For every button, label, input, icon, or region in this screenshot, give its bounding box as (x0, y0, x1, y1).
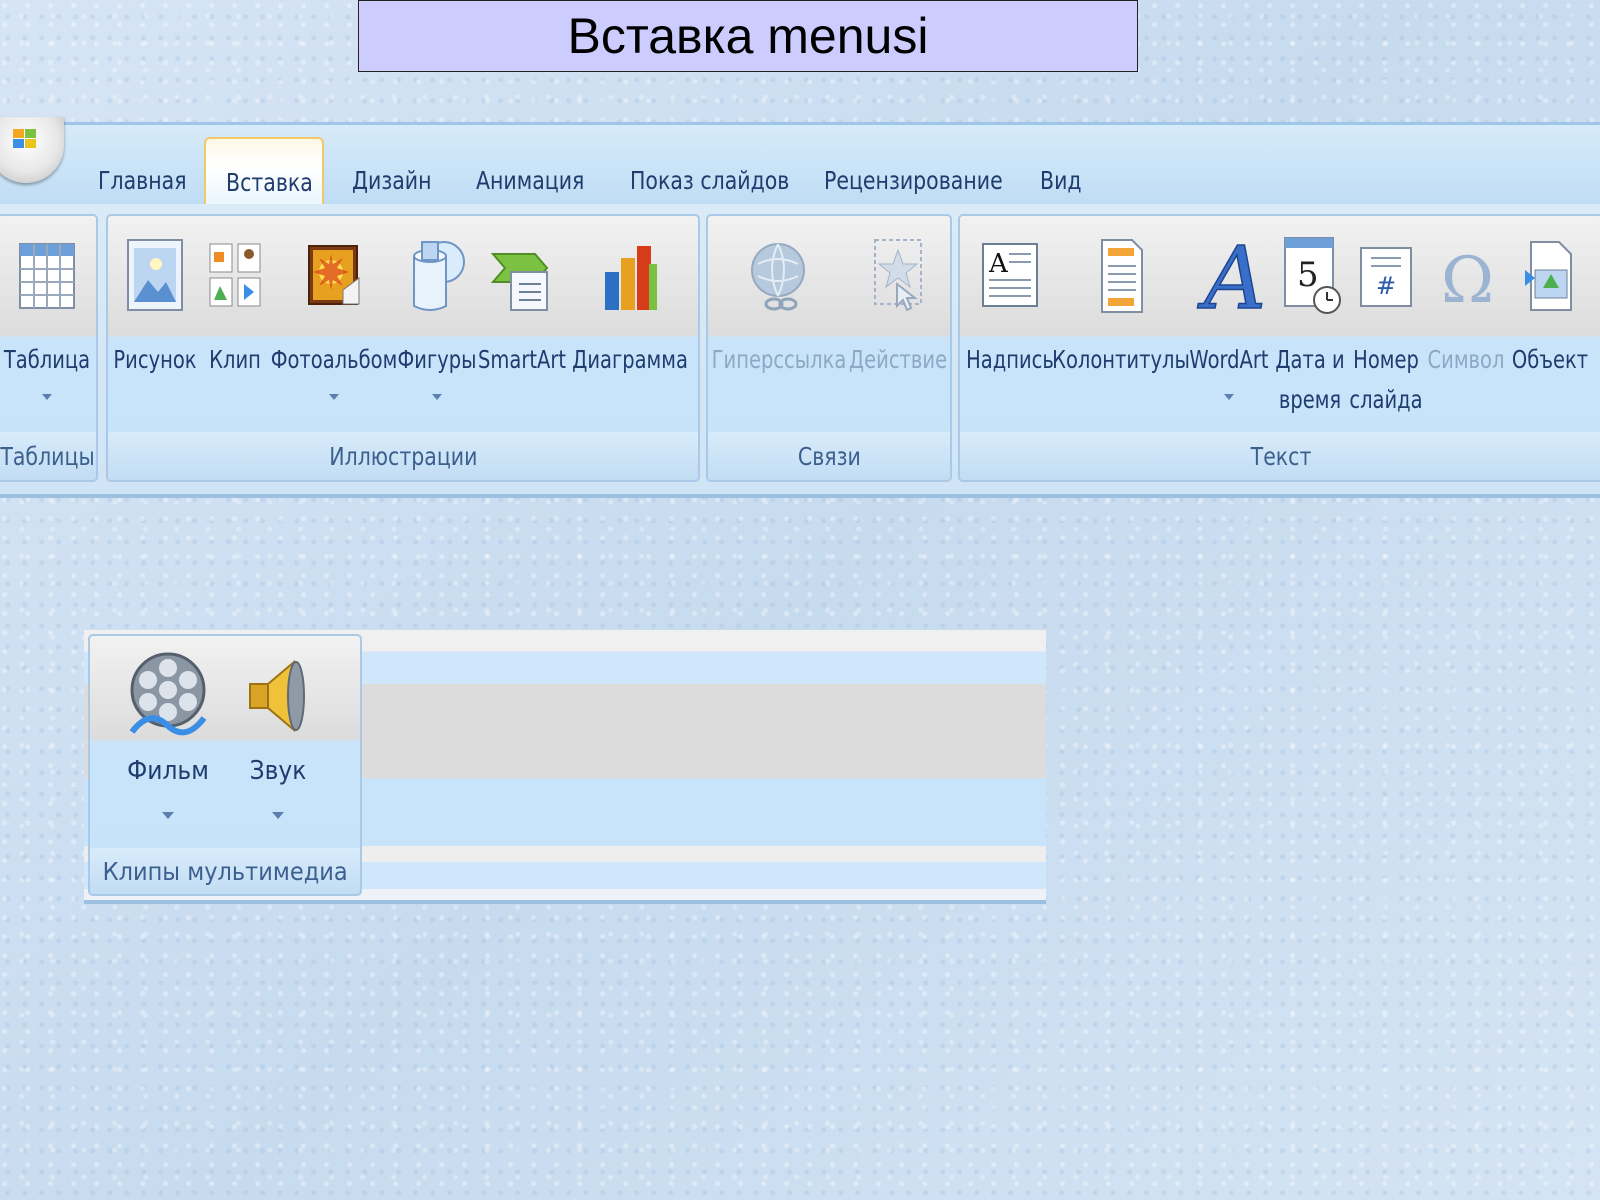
object-icon (1525, 241, 1572, 311)
action-button-label: Действие (848, 345, 948, 374)
table-icon (19, 243, 75, 309)
symbol-button-label: Символ (1427, 345, 1505, 374)
sound-button-label: Звук (249, 756, 307, 786)
textbox-button-label: Надпись (966, 345, 1054, 374)
textbox-button[interactable]: A Надпись (964, 216, 1056, 426)
tab-design[interactable]: Дизайн (352, 155, 432, 205)
slide-number-button[interactable]: # Номер слайда (1348, 216, 1424, 426)
film-button-label: Фильм (127, 756, 209, 786)
date-time-icon: 5 (1284, 237, 1341, 314)
shapes-icon (413, 241, 465, 311)
film-reel-icon (129, 652, 207, 736)
textbox-icon: A (982, 243, 1038, 307)
smartart-button[interactable]: SmartArt (476, 216, 568, 426)
chevron-down-icon (432, 394, 442, 400)
tab-insert[interactable]: Вставка (204, 137, 324, 209)
hyperlink-button-label: Гиперссылка (711, 345, 847, 374)
svg-text:Ω: Ω (1441, 244, 1494, 316)
clipart-icon (209, 243, 261, 307)
svg-text:A: A (1197, 234, 1264, 316)
svg-text:A: A (988, 249, 1009, 279)
object-button[interactable]: Объект (1508, 216, 1592, 426)
hyperlink-button[interactable]: Гиперссылка (712, 216, 846, 426)
chevron-down-icon (272, 812, 284, 819)
group-illustrations-label: Иллюстрации (108, 432, 698, 480)
wordart-button[interactable]: A WordArt (1186, 216, 1272, 426)
group-text-label: Текст (960, 432, 1600, 480)
chevron-down-icon (162, 812, 174, 819)
header-footer-button[interactable]: Колонтитулы (1052, 216, 1190, 426)
chevron-down-icon (329, 394, 339, 400)
header-footer-icon (1101, 239, 1143, 313)
wordart-button-label: WordArt (1189, 345, 1269, 374)
shapes-button[interactable]: Фигуры (397, 216, 477, 426)
tab-view[interactable]: Вид (1040, 155, 1082, 205)
picture-button[interactable]: Рисунок (110, 216, 200, 426)
action-button[interactable]: Действие (846, 216, 950, 426)
table-button-label: Таблица (3, 345, 91, 374)
slide-title-text: Вставка menusi (567, 8, 929, 64)
tab-slideshow[interactable]: Показ слайдов (630, 155, 789, 205)
photo-album-button[interactable]: Фотоальбом (270, 216, 398, 426)
group-links-label: Связи (708, 432, 950, 480)
chart-button-label: Диаграмма (572, 345, 688, 374)
slide-number-button-label: Номер слайда (1349, 345, 1423, 414)
svg-text:5: 5 (1297, 255, 1319, 295)
chevron-down-icon (42, 394, 52, 400)
office-button[interactable] (0, 117, 64, 183)
picture-button-label: Рисунок (113, 345, 197, 374)
hyperlink-icon (751, 243, 805, 311)
media-ribbon: Фильм Звук Клипы мультимедиа (84, 630, 1046, 904)
symbol-button[interactable]: Ω Символ (1424, 216, 1508, 426)
speaker-icon (249, 659, 305, 733)
photo-album-button-label: Фотоальбом (270, 345, 398, 374)
sound-button[interactable]: Звук (228, 636, 328, 846)
office-logo-icon (13, 129, 36, 148)
wordart-icon: A (1196, 234, 1264, 316)
chevron-down-icon (1224, 394, 1234, 400)
group-text: A Надпись Колонтитулы A WordArt 5 Дата и… (958, 214, 1600, 482)
clipart-button[interactable]: Клип (200, 216, 270, 426)
group-illustrations: Рисунок Клип Фотоальбом Фигуры SmartArt … (106, 214, 700, 482)
smartart-button-label: SmartArt (478, 345, 566, 374)
tab-review[interactable]: Рецензирование (824, 155, 1003, 205)
smartart-icon (490, 253, 549, 311)
symbol-icon: Ω (1441, 244, 1494, 316)
action-icon (874, 239, 922, 312)
tab-animation[interactable]: Анимация (476, 155, 584, 205)
group-links: Гиперссылка Действие Связи (706, 214, 952, 482)
date-time-button[interactable]: 5 Дата и время (1272, 216, 1348, 426)
photo-album-icon (308, 245, 360, 305)
date-time-button-label: Дата и время (1275, 345, 1345, 414)
tab-insert-label: Вставка (226, 167, 313, 197)
group-tables: Таблица Таблицы (0, 214, 98, 482)
group-media-clips-label: Клипы мультимедиа (90, 848, 360, 894)
slide-number-icon: # (1360, 247, 1412, 307)
film-button[interactable]: Фильм (108, 636, 228, 846)
slide-title: Вставка menusi (358, 0, 1138, 72)
shapes-button-label: Фигуры (397, 345, 477, 374)
ribbon: Главная Вставка Дизайн Анимация Показ сл… (0, 117, 1600, 498)
picture-icon (127, 239, 183, 311)
chart-button[interactable]: Диаграмма (568, 216, 692, 426)
tab-home[interactable]: Главная (98, 155, 187, 205)
chart-icon (605, 246, 657, 310)
ribbon-tab-bar: Главная Вставка Дизайн Анимация Показ сл… (0, 117, 1600, 209)
object-button-label: Объект (1511, 345, 1589, 374)
header-footer-button-label: Колонтитулы (1052, 345, 1190, 374)
group-media-clips: Фильм Звук Клипы мультимедиа (88, 634, 362, 896)
group-tables-label: Таблицы (0, 432, 96, 480)
clipart-button-label: Клип (209, 345, 261, 374)
svg-text:#: # (1376, 272, 1396, 300)
table-button[interactable]: Таблица (0, 216, 96, 426)
